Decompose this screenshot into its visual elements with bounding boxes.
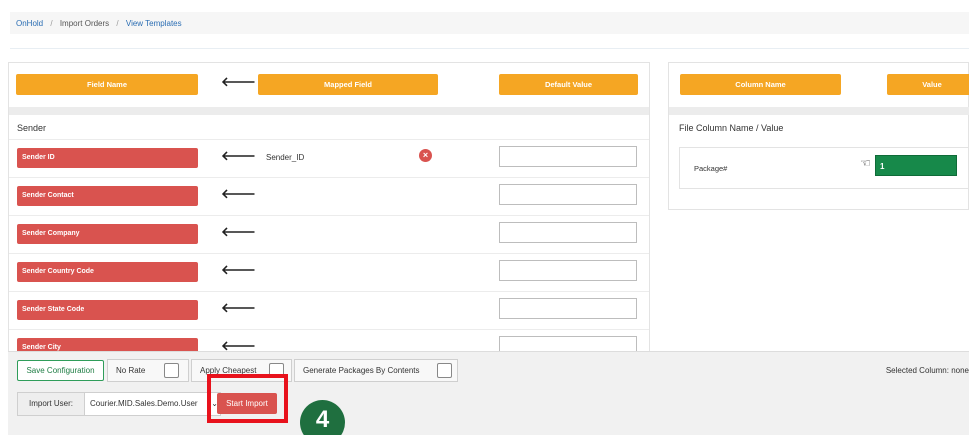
import-user-label: Import User: xyxy=(18,393,85,415)
generate-packages-option: Generate Packages By Contents xyxy=(294,359,458,382)
mapping-row: Sender Country Code 🡐 xyxy=(9,253,649,291)
arrow-left-icon: 🡐 xyxy=(221,186,256,201)
column-name-header[interactable]: Column Name xyxy=(680,74,841,95)
section-title-sender: Sender xyxy=(17,123,47,133)
field-button-sender-city[interactable]: Sender City xyxy=(17,338,198,352)
file-column-title: File Column Name / Value xyxy=(679,123,784,133)
generate-packages-label: Generate Packages By Contents xyxy=(303,366,420,375)
arrow-left-icon: 🡐 xyxy=(221,338,256,352)
mapping-row: Sender City 🡐 xyxy=(9,329,649,352)
field-name-header[interactable]: Field Name xyxy=(16,74,198,95)
no-rate-label: No Rate xyxy=(116,366,146,375)
breadcrumb-import-orders[interactable]: Import Orders xyxy=(60,19,109,28)
remove-mapping-icon[interactable]: × xyxy=(419,149,432,162)
divider xyxy=(10,48,969,49)
mapping-header: Field Name 🡐 Mapped Field Default Value xyxy=(9,63,649,107)
mapping-row: Sender Contact 🡐 xyxy=(9,177,649,215)
default-value-input[interactable] xyxy=(499,184,637,205)
file-column-item: Package# ☜ 1 xyxy=(679,147,969,189)
breadcrumb: OnHold / Import Orders / View Templates xyxy=(10,12,969,34)
field-button-sender-country-code[interactable]: Sender Country Code xyxy=(17,262,198,282)
value-header[interactable]: Value xyxy=(887,74,969,95)
default-value-input[interactable] xyxy=(499,260,637,281)
hand-pointer-icon[interactable]: ☜ xyxy=(860,156,871,170)
no-rate-option: No Rate xyxy=(107,359,189,382)
mapping-row: Sender ID 🡐 Sender_ID × xyxy=(9,139,649,177)
default-value-input[interactable] xyxy=(499,298,637,319)
field-button-sender-state-code[interactable]: Sender State Code xyxy=(17,300,198,320)
default-value-header[interactable]: Default Value xyxy=(499,74,638,95)
mapping-panel: Field Name 🡐 Mapped Field Default Value … xyxy=(8,62,650,352)
mapping-row: Sender Company 🡐 xyxy=(9,215,649,253)
column-value-draggable[interactable]: 1 xyxy=(875,155,957,176)
bottom-toolbar: Save Configuration No Rate Apply Cheapes… xyxy=(8,351,969,435)
default-value-input[interactable] xyxy=(499,222,637,243)
breadcrumb-view-templates[interactable]: View Templates xyxy=(126,19,182,28)
field-button-sender-contact[interactable]: Sender Contact xyxy=(17,186,198,206)
arrow-left-icon: 🡐 xyxy=(221,300,256,315)
generate-packages-checkbox[interactable] xyxy=(437,363,452,378)
breadcrumb-separator: / xyxy=(116,19,119,28)
arrow-left-icon: 🡐 xyxy=(221,148,256,163)
no-rate-checkbox[interactable] xyxy=(164,363,179,378)
arrow-left-icon: 🡐 xyxy=(221,262,256,277)
column-label-package: Package# xyxy=(694,164,728,173)
highlight-box xyxy=(207,374,288,423)
arrow-left-icon: 🡐 xyxy=(221,224,256,239)
arrow-left-icon: 🡐 xyxy=(221,74,256,89)
default-value-input[interactable] xyxy=(499,336,637,352)
import-user-select[interactable]: Import User: Courier.MID.Sales.Demo.User… xyxy=(17,392,221,416)
default-value-input[interactable] xyxy=(499,146,637,167)
mapped-field-value: Sender_ID xyxy=(266,153,305,162)
mapped-field-header[interactable]: Mapped Field xyxy=(258,74,438,95)
field-button-sender-company[interactable]: Sender Company xyxy=(17,224,198,244)
field-button-sender-id[interactable]: Sender ID xyxy=(17,148,198,168)
selected-column-status: Selected Column: none xyxy=(885,366,969,375)
panel-separator xyxy=(669,107,969,115)
mapping-row: Sender State Code 🡐 xyxy=(9,291,649,329)
breadcrumb-separator: / xyxy=(50,19,53,28)
import-user-value: Courier.MID.Sales.Demo.User xyxy=(90,399,198,408)
save-configuration-button[interactable]: Save Configuration xyxy=(17,360,104,381)
panel-separator xyxy=(9,107,649,115)
file-columns-panel: Column Name Value File Column Name / Val… xyxy=(668,62,969,210)
breadcrumb-onhold[interactable]: OnHold xyxy=(16,19,43,28)
